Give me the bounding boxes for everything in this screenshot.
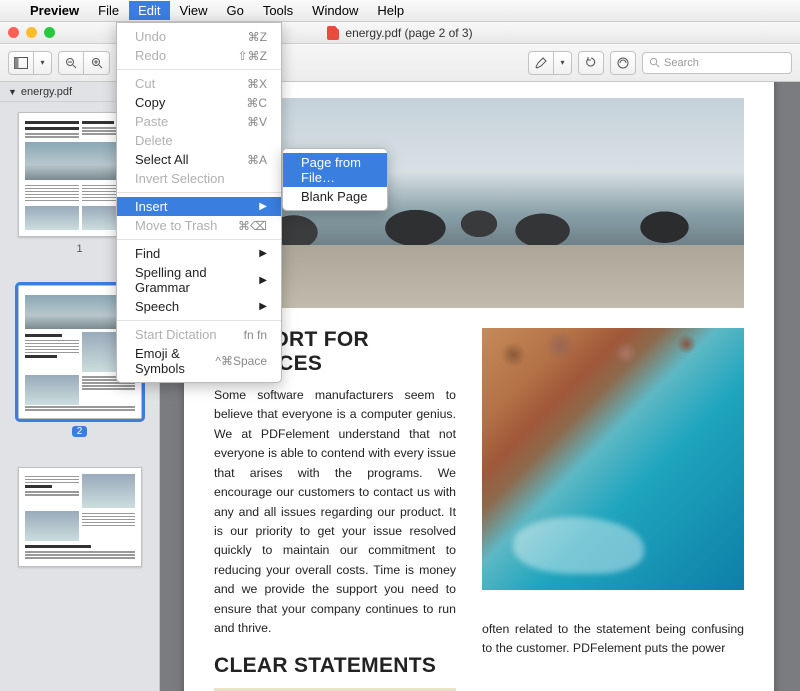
paragraph-support: Some software manufacturers seem to beli… bbox=[214, 386, 456, 638]
disclosure-triangle-icon: ▼ bbox=[8, 87, 17, 97]
markup-button[interactable] bbox=[610, 51, 636, 75]
heading-clear: CLEAR STATEMENTS bbox=[214, 654, 456, 678]
menu-go[interactable]: Go bbox=[217, 1, 252, 20]
minimize-window-button[interactable] bbox=[26, 27, 37, 38]
highlight-dropdown-button[interactable]: ▾ bbox=[554, 51, 572, 75]
sidebar-doc-name: energy.pdf bbox=[21, 86, 72, 98]
menu-find[interactable]: Find▶ bbox=[117, 244, 281, 263]
menu-emoji[interactable]: Emoji & Symbols^⌘Space bbox=[117, 344, 281, 378]
menu-copy[interactable]: Copy⌘C bbox=[117, 93, 281, 112]
menu-delete[interactable]: Delete bbox=[117, 131, 281, 150]
photo-aerial-coast bbox=[482, 328, 744, 590]
page-number-2: 2 bbox=[72, 426, 88, 437]
zoom-segmented bbox=[58, 51, 110, 75]
zoom-out-button[interactable] bbox=[58, 51, 84, 75]
search-icon bbox=[649, 57, 660, 68]
menu-insert[interactable]: Insert▶ bbox=[117, 197, 281, 216]
insert-submenu: Page from File… Blank Page bbox=[282, 148, 388, 211]
submenu-arrow-icon: ▶ bbox=[259, 275, 267, 286]
menu-speech[interactable]: Speech▶ bbox=[117, 297, 281, 316]
menu-cut[interactable]: Cut⌘X bbox=[117, 74, 281, 93]
thumbnail-page-3[interactable] bbox=[18, 467, 141, 567]
menu-dictation[interactable]: Start Dictationfn fn bbox=[117, 325, 281, 344]
zoom-window-button[interactable] bbox=[44, 27, 55, 38]
menu-select-all[interactable]: Select All⌘A bbox=[117, 150, 281, 169]
menu-blank-page[interactable]: Blank Page bbox=[283, 187, 387, 206]
menu-edit[interactable]: Edit bbox=[129, 1, 169, 20]
submenu-arrow-icon: ▶ bbox=[259, 201, 267, 212]
menu-paste[interactable]: Paste⌘V bbox=[117, 112, 281, 131]
search-placeholder: Search bbox=[664, 57, 699, 69]
menu-undo[interactable]: Undo⌘Z bbox=[117, 27, 281, 46]
zoom-in-button[interactable] bbox=[84, 51, 110, 75]
view-segmented: ▾ bbox=[8, 51, 52, 75]
menu-tools[interactable]: Tools bbox=[254, 1, 302, 20]
menubar: Preview File Edit View Go Tools Window H… bbox=[0, 0, 800, 22]
window-title: energy.pdf (page 2 of 3) bbox=[345, 26, 472, 40]
close-window-button[interactable] bbox=[8, 27, 19, 38]
sidebar-toggle-button[interactable] bbox=[8, 51, 34, 75]
menu-page-from-file[interactable]: Page from File… bbox=[283, 153, 387, 187]
pdf-icon bbox=[327, 26, 339, 40]
menu-app[interactable]: Preview bbox=[21, 1, 88, 20]
sidebar-dropdown-button[interactable]: ▾ bbox=[34, 51, 52, 75]
menu-window[interactable]: Window bbox=[303, 1, 367, 20]
paragraph-clear-frag: often related to the statement being con… bbox=[482, 620, 744, 659]
menu-view[interactable]: View bbox=[171, 1, 217, 20]
menu-spelling[interactable]: Spelling and Grammar▶ bbox=[117, 263, 281, 297]
rotate-button[interactable] bbox=[578, 51, 604, 75]
submenu-arrow-icon: ▶ bbox=[259, 248, 267, 259]
menu-file[interactable]: File bbox=[89, 1, 128, 20]
menu-move-to-trash[interactable]: Move to Trash⌘⌫ bbox=[117, 216, 281, 235]
highlight-segmented: ▾ bbox=[528, 51, 572, 75]
submenu-arrow-icon: ▶ bbox=[259, 301, 267, 312]
highlight-button[interactable] bbox=[528, 51, 554, 75]
menu-help[interactable]: Help bbox=[368, 1, 413, 20]
menu-invert-selection[interactable]: Invert Selection bbox=[117, 169, 281, 188]
edit-menu-dropdown: Undo⌘Z Redo⇧⌘Z Cut⌘X Copy⌘C Paste⌘V Dele… bbox=[116, 22, 282, 383]
window-controls bbox=[8, 27, 55, 38]
menu-redo[interactable]: Redo⇧⌘Z bbox=[117, 46, 281, 65]
search-field[interactable]: Search bbox=[642, 52, 792, 74]
